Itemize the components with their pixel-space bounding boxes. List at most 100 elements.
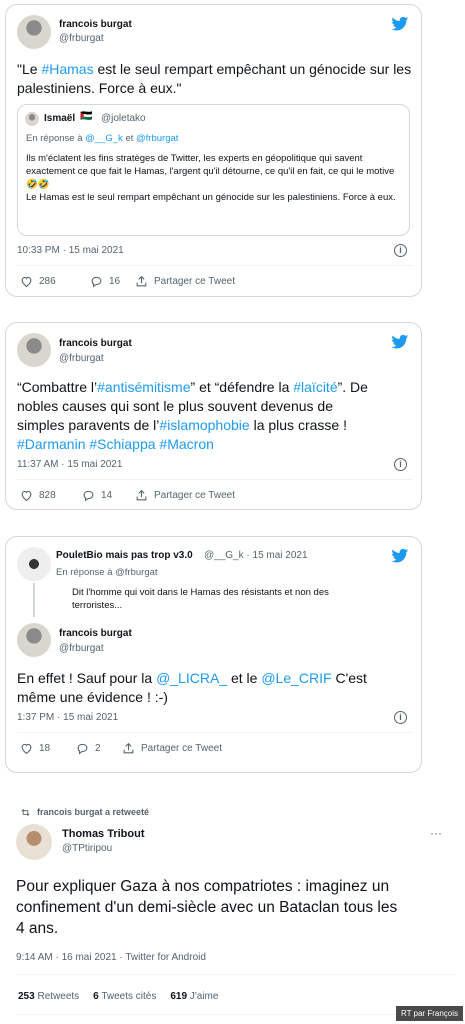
parent-text: Dit l'homme qui voit dans le Hamas des r… <box>72 586 392 612</box>
info-icon[interactable]: i <box>394 711 407 724</box>
hashtag-antisemitisme[interactable]: #antisémitisme <box>97 379 190 395</box>
reply-count: 16 <box>109 276 121 287</box>
divider <box>17 479 412 480</box>
hashtag-hamas[interactable]: #Hamas <box>41 61 93 77</box>
author-name[interactable]: francois burgat <box>59 338 132 349</box>
text-part: C'est <box>331 670 367 686</box>
share-button[interactable]: Partager ce Tweet <box>122 742 222 755</box>
author-handle[interactable]: @frburgat <box>59 353 104 364</box>
reply-icon <box>82 489 95 502</box>
parent-author-name[interactable]: PouletBio mais pas trop v3.0 <box>56 550 193 561</box>
tweet-line: nobles causes qui sont le plus souvent d… <box>17 398 333 414</box>
like-button[interactable]: 828 <box>20 489 56 502</box>
tweet-timestamp[interactable]: 10:33 PM · 15 mai 2021 <box>17 245 124 256</box>
tweet-line: 4 ans. <box>16 920 59 937</box>
thread-line <box>33 583 35 617</box>
divider <box>17 732 412 733</box>
share-icon <box>135 275 148 288</box>
quote-avatar <box>25 112 39 126</box>
hashtag-laicite[interactable]: #laïcité <box>293 379 337 395</box>
reply-and: et <box>125 133 134 144</box>
tweet-card-3[interactable]: PouletBio mais pas trop v3.0 @__G_k · 15… <box>5 536 422 773</box>
likes-stat[interactable]: 619 J'aime <box>170 991 218 1002</box>
tweet-line: confinement d'un demi-siècle avec un Bat… <box>16 899 398 916</box>
tweet-timestamp[interactable]: 11:37 AM · 15 mai 2021 <box>17 459 122 470</box>
likes-count: 619 <box>170 991 188 1002</box>
parent-text-line: Dit l'homme qui voit dans le Hamas des r… <box>72 587 329 598</box>
author-handle[interactable]: @frburgat <box>59 643 104 654</box>
share-button[interactable]: Partager ce Tweet <box>135 489 235 502</box>
reply-button[interactable]: 16 <box>90 275 120 288</box>
tweet-card-2[interactable]: francois burgat @frburgat “Combattre l’#… <box>5 322 422 510</box>
mention-le-crif[interactable]: @Le_CRIF <box>261 670 331 686</box>
author-name[interactable]: francois burgat <box>59 19 132 30</box>
author-handle[interactable]: @TPtiripou <box>62 843 112 854</box>
twitter-bird-icon[interactable] <box>390 333 410 350</box>
divider <box>16 1014 456 1015</box>
tweet-line: “Combattre l’#antisémitisme” et “défendr… <box>17 378 417 397</box>
tweet-stats: 253 Retweets 6 Tweets cités 619 J'aime <box>18 991 218 1002</box>
palestine-flag-icon: 🇵🇸 <box>80 111 93 122</box>
like-button[interactable]: 18 <box>20 742 50 755</box>
author-name[interactable]: francois burgat <box>59 628 132 639</box>
avatar[interactable] <box>17 333 51 367</box>
quotes-stat[interactable]: 6 Tweets cités <box>93 991 156 1002</box>
avatar[interactable] <box>17 623 51 657</box>
parent-text-line: terroristes... <box>72 600 123 611</box>
tweet-text: "Le #Hamas est le seul rempart empêchant… <box>17 60 412 98</box>
retweets-count: 253 <box>18 991 35 1002</box>
share-label: Partager ce Tweet <box>141 743 222 754</box>
tweet-timestamp[interactable]: 9:14 AM · 16 mai 2021 · Twitter for Andr… <box>16 952 206 963</box>
heart-icon <box>20 275 33 288</box>
retweets-stat[interactable]: 253 Retweets <box>18 991 79 1002</box>
mention-licra[interactable]: @_LICRA_ <box>156 670 227 686</box>
parent-avatar[interactable] <box>17 547 51 581</box>
quote-text: Ils m'éclatent les fins stratèges de Twi… <box>26 153 396 203</box>
quoted-tweet[interactable]: Ismaël 🇵🇸 @joletako En réponse à @__G_k … <box>17 104 410 236</box>
tweet-text: En effet ! Sauf pour la @_LICRA_ et le @… <box>17 669 417 707</box>
text-part: ” et “défendre la <box>190 379 294 395</box>
share-icon <box>135 489 148 502</box>
twitter-bird-icon[interactable] <box>390 547 410 564</box>
quote-author-handle: @joletako <box>101 113 146 124</box>
heart-icon <box>20 489 33 502</box>
parent-handle-time[interactable]: @__G_k · 15 mai 2021 <box>204 550 308 561</box>
tweet-timestamp[interactable]: 1:37 PM · 15 mai 2021 <box>17 712 118 723</box>
parent-reply-to[interactable]: En réponse à @frburgat <box>56 567 158 578</box>
tweet-text: Pour expliquer Gaza à nos compatriotes :… <box>16 876 456 939</box>
author-name[interactable]: Thomas Tribout <box>62 828 145 840</box>
reply-user-link[interactable]: @frburgat <box>136 133 178 144</box>
reply-user-link[interactable]: @__G_k <box>85 133 123 144</box>
reply-prefix: En réponse à <box>26 133 83 144</box>
author-handle[interactable]: @frburgat <box>59 33 104 44</box>
divider <box>16 974 456 975</box>
tweet-card-1[interactable]: francois burgat @frburgat "Le #Hamas est… <box>5 4 422 297</box>
tweet-line: simples paravents de l’#islamophobie la … <box>17 416 417 435</box>
avatar[interactable] <box>17 15 51 49</box>
twitter-bird-icon[interactable] <box>390 15 410 32</box>
text-part: et le <box>227 670 262 686</box>
retweeted-by-label[interactable]: francois burgat a retweeté <box>37 807 149 817</box>
text-part: “Combattre l’ <box>17 379 98 395</box>
hashtag-islamophobie[interactable]: #islamophobie <box>159 417 249 433</box>
avatar[interactable] <box>16 824 52 860</box>
tweet-line: même une évidence ! :-) <box>17 689 168 705</box>
retweet-tweet[interactable]: francois burgat a retweeté Thomas Tribou… <box>0 798 465 1024</box>
reply-count: 14 <box>101 490 113 501</box>
like-button[interactable]: 286 <box>20 275 56 288</box>
hashtags-line[interactable]: #Darmanin #Schiappa #Macron <box>17 435 417 454</box>
quote-author-name: Ismaël <box>44 113 76 124</box>
like-count: 18 <box>39 743 51 754</box>
quotes-count: 6 <box>93 991 99 1002</box>
reply-button[interactable]: 14 <box>82 489 112 502</box>
info-icon[interactable]: i <box>394 244 407 257</box>
reply-icon <box>90 275 103 288</box>
rt-badge: RT par François <box>395 1006 463 1021</box>
info-icon[interactable]: i <box>394 458 407 471</box>
retweets-label: Retweets <box>37 991 80 1002</box>
text-part: "Le <box>17 61 42 77</box>
more-options-button[interactable]: ··· <box>430 826 442 840</box>
reply-count: 2 <box>95 743 101 754</box>
reply-button[interactable]: 2 <box>76 742 101 755</box>
share-button[interactable]: Partager ce Tweet <box>135 275 235 288</box>
